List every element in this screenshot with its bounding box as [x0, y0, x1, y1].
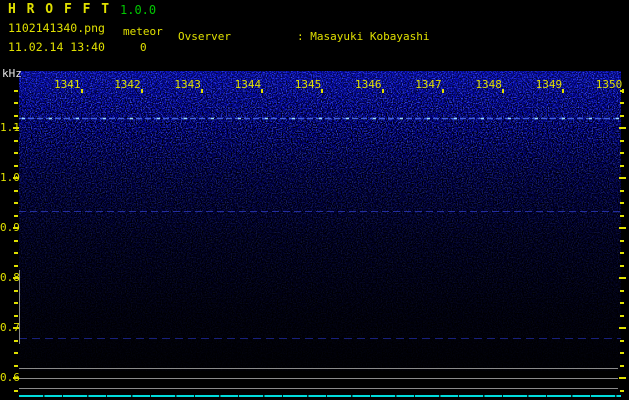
freq-major-tick-right — [619, 227, 626, 229]
freq-minor-tick-right — [620, 189, 624, 192]
time-tick — [261, 89, 264, 93]
freq-major-tick-right — [619, 327, 626, 329]
freq-tick-label: 1.1 — [0, 121, 20, 134]
freq-minor-tick-left — [14, 114, 18, 117]
freq-minor-tick-left — [14, 164, 18, 167]
time-tick-label: 1342 — [114, 78, 141, 91]
time-tick — [200, 89, 203, 93]
time-tick-label: 1347 — [415, 78, 442, 91]
freq-minor-tick-left — [14, 102, 18, 104]
time-tick — [562, 89, 565, 93]
freq-minor-tick-right — [620, 214, 624, 217]
freq-minor-tick-left — [14, 364, 18, 367]
freq-minor-tick-left — [14, 214, 18, 217]
freq-minor-tick-right — [620, 152, 624, 154]
freq-tick-label: 0.9 — [0, 221, 20, 234]
freq-minor-tick-right — [620, 314, 624, 317]
time-tick — [501, 89, 504, 93]
freq-minor-tick-left — [14, 264, 18, 267]
time-tick-label: 1348 — [475, 78, 502, 91]
freq-major-tick-right — [619, 177, 626, 179]
freq-tick-label: 0.8 — [0, 271, 20, 284]
hrofft-screen: H R O F F T 1.0.0 1102141340.png meteor … — [0, 0, 629, 400]
freq-minor-tick-left — [14, 314, 18, 317]
time-tick — [140, 89, 143, 93]
freq-minor-tick-left — [14, 152, 18, 154]
freq-minor-tick-right — [620, 139, 624, 142]
freq-minor-tick-left — [14, 302, 18, 304]
freq-major-tick-left — [13, 177, 19, 179]
freq-tick-label: 1.0 — [0, 171, 20, 184]
time-tick — [441, 89, 444, 93]
time-tick-label: 1349 — [535, 78, 563, 91]
freq-minor-tick-left — [14, 252, 18, 254]
freq-minor-tick-left — [14, 352, 18, 354]
freq-minor-tick-right — [620, 289, 624, 292]
freq-minor-tick-left — [14, 202, 18, 204]
freq-minor-tick-left — [14, 189, 18, 192]
freq-minor-tick-right — [620, 202, 624, 204]
freq-minor-tick-right — [620, 102, 624, 104]
freq-minor-tick-right — [620, 164, 624, 167]
freq-minor-tick-right — [620, 239, 624, 242]
freq-minor-tick-left — [14, 339, 18, 342]
freq-minor-tick-right — [620, 339, 624, 342]
freq-minor-tick-right — [620, 302, 624, 304]
freq-major-tick-left — [13, 377, 19, 379]
time-tick-label: 1350 — [595, 78, 623, 91]
freq-major-tick-right — [619, 377, 626, 379]
freq-minor-tick-left — [14, 289, 18, 292]
freq-major-tick-left — [13, 327, 19, 329]
freq-major-tick-left — [13, 277, 19, 279]
axes-layer: 1341 1342 1343 1344 1345 1346 1347 1348 1349 1350… — [0, 0, 629, 400]
freq-minor-tick-right — [620, 389, 624, 392]
freq-minor-tick-right — [620, 352, 624, 354]
freq-major-tick-left — [13, 227, 19, 229]
freq-major-tick-left — [13, 127, 19, 129]
freq-tick-label: 0.7 — [0, 321, 20, 334]
freq-minor-tick-right — [620, 364, 624, 367]
time-tick — [80, 89, 83, 93]
freq-tick-label: 0.6 — [0, 371, 20, 384]
freq-minor-tick-right — [620, 114, 624, 117]
time-tick-label: 1346 — [355, 78, 382, 91]
freq-minor-tick-left — [14, 389, 18, 392]
time-tick-label: 1345 — [294, 78, 322, 91]
time-tick-label: 1343 — [174, 78, 201, 91]
time-tick-label: 1341 — [54, 78, 81, 91]
freq-minor-tick-right — [620, 89, 624, 92]
freq-minor-tick-right — [620, 264, 624, 267]
time-tick — [321, 89, 324, 93]
freq-minor-tick-left — [14, 89, 18, 92]
freq-minor-tick-left — [14, 139, 18, 142]
freq-major-tick-right — [619, 277, 626, 279]
time-tick-label: 1344 — [234, 78, 262, 91]
time-tick — [381, 89, 384, 93]
freq-minor-tick-right — [620, 252, 624, 254]
freq-major-tick-right — [619, 127, 626, 129]
freq-minor-tick-left — [14, 239, 18, 242]
